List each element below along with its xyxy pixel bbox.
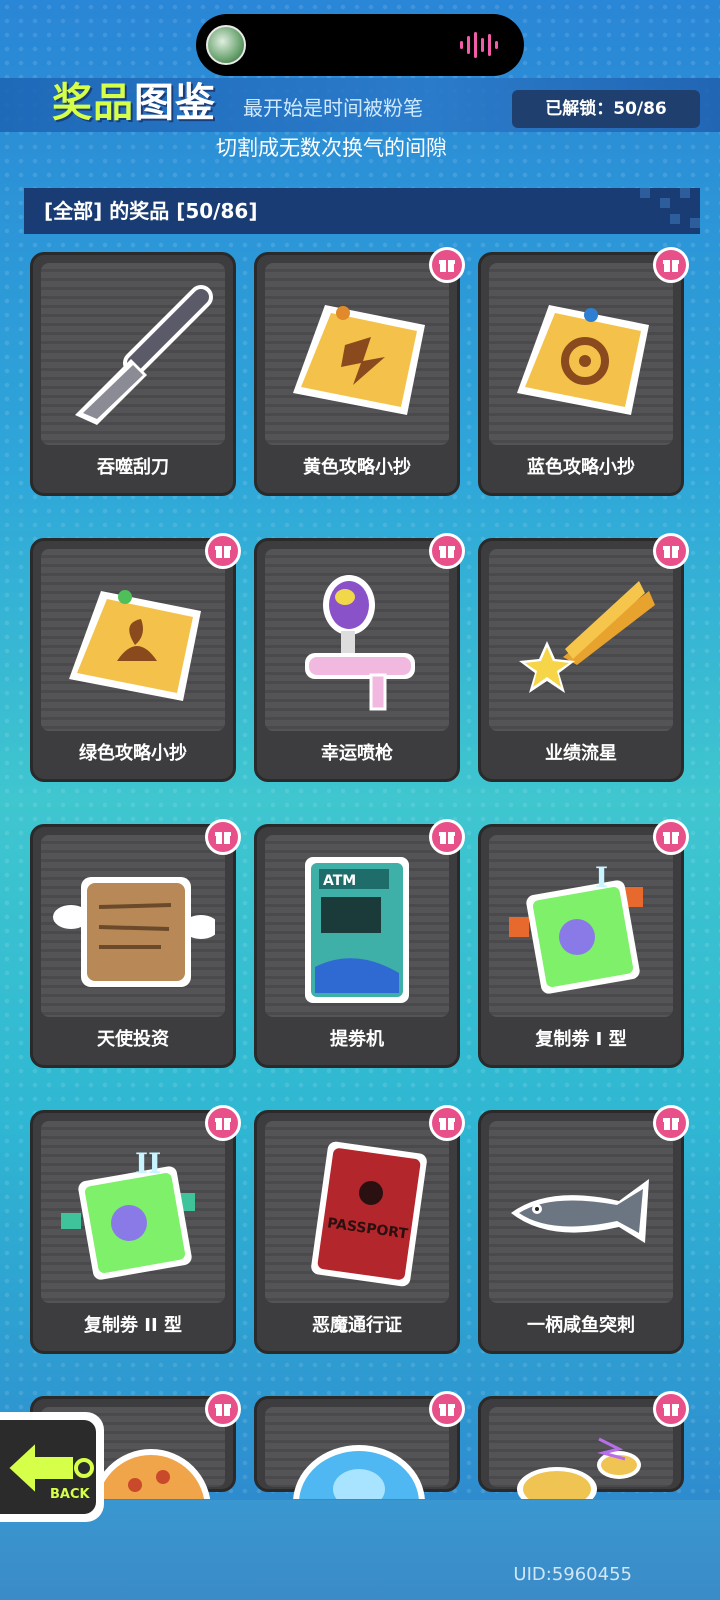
green-note-icon bbox=[69, 590, 201, 701]
pixel-decoration-icon bbox=[628, 188, 700, 234]
lyric-line-2: 切割成无数次换气的间隙 bbox=[216, 136, 447, 160]
gift-badge-icon[interactable] bbox=[429, 1105, 465, 1141]
prize-label: 幸运喷枪 bbox=[321, 743, 393, 764]
audio-wave-icon bbox=[460, 32, 498, 58]
prize-card[interactable] bbox=[254, 1391, 465, 1499]
prize-label: 吞噬刮刀 bbox=[97, 457, 169, 478]
prize-label: 恶魔通行证 bbox=[312, 1315, 402, 1336]
yellow-note-icon bbox=[293, 305, 425, 415]
prize-card[interactable]: 吞噬刮刀 bbox=[30, 252, 236, 496]
page-title: 奖品图鉴 bbox=[52, 70, 216, 128]
prize-label: 复制劵 II 型 bbox=[84, 1315, 182, 1336]
prize-label: 蓝色攻略小抄 bbox=[527, 457, 635, 478]
shooting-star-icon bbox=[519, 581, 655, 693]
salted-fish-icon bbox=[511, 1179, 649, 1243]
scraper-icon bbox=[75, 285, 213, 425]
gift-badge-icon[interactable] bbox=[653, 247, 689, 283]
gift-badge-icon[interactable] bbox=[653, 1105, 689, 1141]
gift-badge-icon[interactable] bbox=[653, 533, 689, 569]
gift-badge-icon[interactable] bbox=[205, 533, 241, 569]
blue-note-icon bbox=[517, 305, 649, 415]
gift-badge-icon[interactable] bbox=[205, 819, 241, 855]
prize-card[interactable]: 幸运喷枪 bbox=[254, 533, 465, 782]
gift-badge-icon[interactable] bbox=[205, 1105, 241, 1141]
prize-card[interactable]: II 复制劵 II 型 bbox=[30, 1105, 241, 1354]
unlocked-counter: 已解锁：50/86 bbox=[512, 90, 700, 128]
mushroom-icon bbox=[517, 1437, 641, 1499]
prize-card[interactable]: 天使投资 bbox=[30, 819, 241, 1068]
atm-icon: ATM bbox=[305, 857, 409, 1003]
gift-badge-icon[interactable] bbox=[429, 247, 465, 283]
svg-text:ATM: ATM bbox=[323, 873, 356, 889]
svg-text:I: I bbox=[595, 861, 608, 894]
user-id: UID:5960455 bbox=[513, 1564, 632, 1585]
gift-badge-icon[interactable] bbox=[429, 533, 465, 569]
lyric-line-1: 最开始是时间被粉笔 bbox=[243, 96, 423, 120]
bubble-icon bbox=[293, 1445, 425, 1499]
prize-label: 黄色攻略小抄 bbox=[303, 457, 411, 478]
prize-label: 绿色攻略小抄 bbox=[79, 743, 187, 764]
prize-label: 一柄咸鱼突刺 bbox=[527, 1315, 635, 1336]
ticket-1-icon: I bbox=[509, 861, 643, 994]
prize-card[interactable]: 一柄咸鱼突刺 bbox=[478, 1105, 689, 1354]
passport-icon: PASSPORT bbox=[311, 1141, 427, 1287]
prize-card[interactable] bbox=[478, 1391, 689, 1499]
prize-card[interactable]: 蓝色攻略小抄 bbox=[478, 247, 689, 496]
title-part-1: 奖品 bbox=[52, 80, 134, 126]
prize-card[interactable]: ATM 提劵机 bbox=[254, 819, 465, 1068]
background-dots bbox=[0, 0, 720, 1600]
gift-badge-icon[interactable] bbox=[429, 819, 465, 855]
prize-label: 天使投资 bbox=[97, 1029, 169, 1050]
prize-card[interactable]: 业绩流星 bbox=[478, 533, 689, 782]
bottom-band bbox=[0, 1500, 720, 1600]
ticket-2-icon: II bbox=[61, 1147, 195, 1280]
gift-badge-icon[interactable] bbox=[205, 1391, 241, 1427]
gift-badge-icon[interactable] bbox=[653, 819, 689, 855]
back-label: BACK bbox=[50, 1487, 91, 1502]
prize-label: 复制劵 I 型 bbox=[535, 1029, 627, 1050]
prize-card[interactable]: 黄色攻略小抄 bbox=[254, 247, 465, 496]
prize-label: 业绩流星 bbox=[545, 743, 617, 764]
prize-card[interactable]: 绿色攻略小抄 bbox=[30, 533, 241, 782]
svg-text:II: II bbox=[135, 1147, 161, 1180]
winged-scroll-icon bbox=[53, 877, 215, 987]
gift-badge-icon[interactable] bbox=[653, 1391, 689, 1427]
spray-gun-icon bbox=[305, 575, 415, 711]
back-arrow-icon: BACK bbox=[6, 1439, 94, 1502]
prize-card[interactable]: I 复制劵 I 型 bbox=[478, 819, 689, 1068]
prize-label: 提劵机 bbox=[330, 1029, 384, 1050]
gift-badge-icon[interactable] bbox=[429, 1391, 465, 1427]
avatar[interactable] bbox=[206, 25, 246, 65]
prize-card[interactable]: PASSPORT 恶魔通行证 bbox=[254, 1105, 465, 1354]
title-part-2: 图鉴 bbox=[134, 80, 216, 126]
back-button[interactable]: BACK bbox=[0, 1412, 104, 1522]
section-title: [全部] 的奖品 [50/86] bbox=[24, 188, 644, 234]
dynamic-island bbox=[196, 14, 524, 76]
